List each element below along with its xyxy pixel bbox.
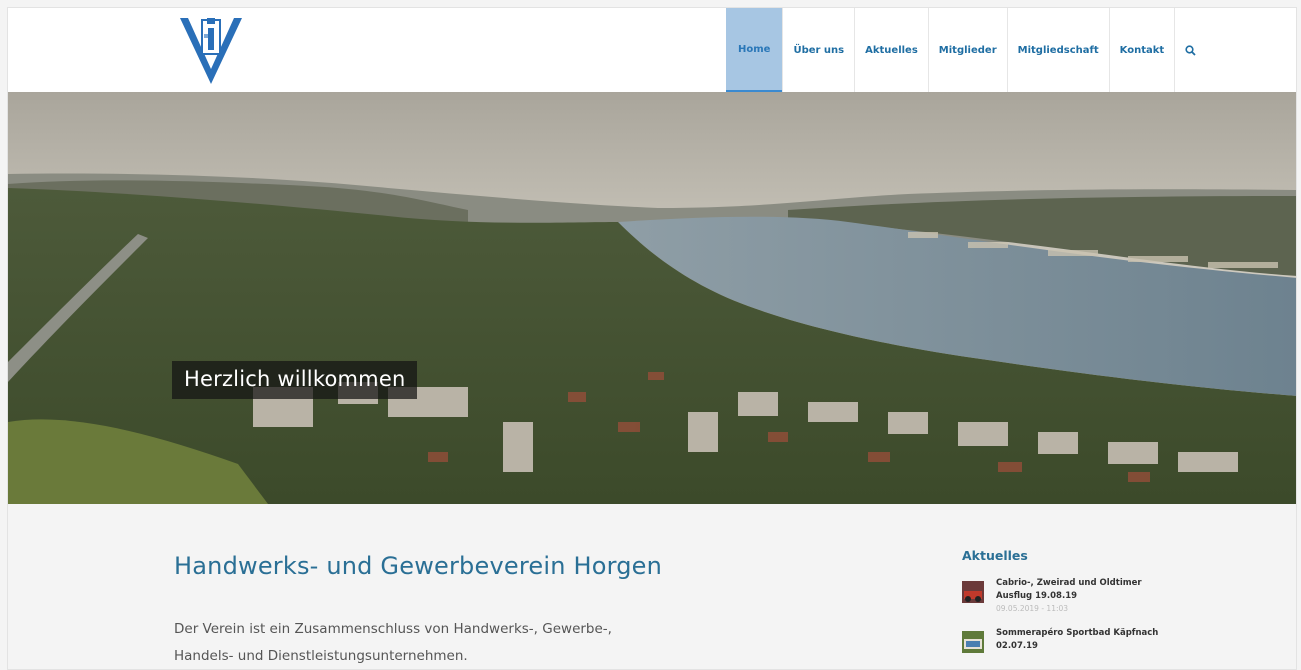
nav-item-kontakt[interactable]: Kontakt <box>1108 8 1175 92</box>
news-thumbnail-image <box>962 631 984 653</box>
news-thumbnail-image <box>962 581 984 603</box>
nav-item-ueber-uns[interactable]: Über uns <box>782 8 854 92</box>
nav-item-mitgliedschaft[interactable]: Mitgliedschaft <box>1006 8 1109 92</box>
hero-caption: Herzlich willkommen <box>172 361 418 399</box>
main-navigation: Home Über uns Aktuelles Mitglieder Mitgl… <box>726 8 1206 92</box>
nav-item-home[interactable]: Home <box>726 8 783 92</box>
news-date: 09.05.2019 - 11:03 <box>996 604 1069 613</box>
nav-item-mitglieder[interactable]: Mitglieder <box>927 8 1007 92</box>
hgv-logo[interactable] <box>178 14 244 86</box>
page-frame: Home Über uns Aktuelles Mitglieder Mitgl… <box>7 7 1297 670</box>
hero-landscape-image <box>8 92 1296 504</box>
sidebar-title: Aktuelles <box>962 548 1028 563</box>
search-icon <box>1185 44 1196 56</box>
news-sidebar: Aktuelles Cabrio-, Zweirad und Oldtimer … <box>962 548 1262 665</box>
nav-item-aktuelles[interactable]: Aktuelles <box>854 8 928 92</box>
intro-text: Der Verein ist ein Zusammenschluss von H… <box>174 616 734 669</box>
intro-line: Handels- und Dienstleistungsunternehmen. <box>174 648 468 664</box>
news-title[interactable]: Sommerapéro Sportbad Käpfnach <box>996 627 1216 640</box>
news-item[interactable]: Sommerapéro Sportbad Käpfnach 02.07.19 <box>962 627 1262 653</box>
site-header: Home Über uns Aktuelles Mitglieder Mitgl… <box>8 8 1296 92</box>
news-title[interactable]: Ausflug 19.08.19 <box>996 590 1216 603</box>
news-item[interactable]: Cabrio-, Zweirad und Oldtimer Ausflug 19… <box>962 577 1262 615</box>
main-content: Handwerks- und Gewerbeverein Horgen Der … <box>8 504 1296 669</box>
news-title[interactable]: Cabrio-, Zweirad und Oldtimer <box>996 577 1216 590</box>
intro-line: Der Verein ist ein Zusammenschluss von H… <box>174 621 612 637</box>
search-button[interactable] <box>1174 8 1206 92</box>
hero-banner: Herzlich willkommen <box>8 92 1296 504</box>
news-title[interactable]: 02.07.19 <box>996 640 1216 653</box>
page-title: Handwerks- und Gewerbeverein Horgen <box>174 552 663 580</box>
